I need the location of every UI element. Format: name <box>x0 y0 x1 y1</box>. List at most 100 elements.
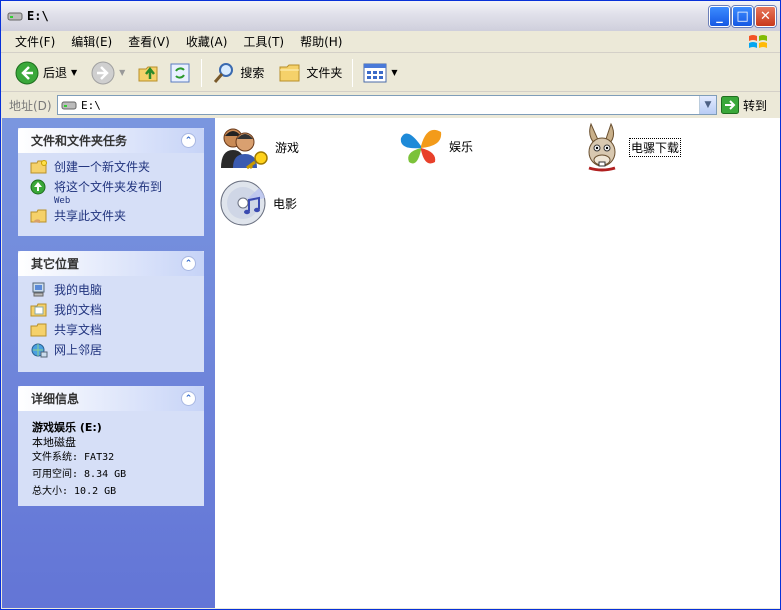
menu-tools[interactable]: 工具(T) <box>235 31 292 53</box>
task-publish-web[interactable]: 将这个文件夹发布到 Web <box>30 179 204 208</box>
back-button[interactable]: 后退 ▼ <box>11 57 81 89</box>
views-button[interactable]: ▼ <box>359 57 401 89</box>
drive-type: 本地磁盘 <box>32 436 76 449</box>
place-label: 我的电脑 <box>54 283 103 297</box>
menu-help[interactable]: 帮助(H) <box>292 31 350 53</box>
folder-view: 游戏 娱乐 电骡下载 电影 <box>215 118 780 608</box>
close-icon: ✕ <box>760 9 771 24</box>
task-label-sub: Web <box>54 196 71 206</box>
folder-item-emule-downloads[interactable]: 电骡下载 <box>581 122 682 172</box>
forward-dropdown-icon[interactable]: ▼ <box>119 68 125 77</box>
folders-button[interactable]: 文件夹 <box>274 57 346 89</box>
network-places-icon <box>31 343 48 358</box>
refresh-button[interactable] <box>165 57 195 89</box>
file-tasks-title: 文件和文件夹任务 <box>31 134 128 148</box>
address-input[interactable]: E:\ ▼ <box>57 95 717 115</box>
title-bar[interactable]: E:\ _ □ ✕ <box>1 1 780 31</box>
file-system: 文件系统: FAT32 <box>32 452 115 463</box>
back-dropdown-icon[interactable]: ▼ <box>71 68 77 77</box>
search-label: 搜索 <box>240 66 265 80</box>
task-label: 共享此文件夹 <box>54 209 127 223</box>
task-new-folder[interactable]: 创建一个新文件夹 <box>30 159 204 179</box>
address-bar: 地址(D) E:\ ▼ 转到 <box>1 93 780 117</box>
place-my-documents[interactable]: 我的文档 <box>30 302 204 322</box>
address-label: 地址(D) <box>9 98 52 113</box>
menu-edit[interactable]: 编辑(E) <box>63 31 120 53</box>
drive-icon <box>61 101 77 110</box>
window-title: E:\ <box>27 9 49 23</box>
movie-disc-icon <box>220 180 266 226</box>
task-share-folder[interactable]: 共享此文件夹 <box>30 208 204 228</box>
folder-label: 游戏 <box>275 140 300 155</box>
folder-item-movies[interactable]: 电影 <box>219 178 297 228</box>
toolbar-separator <box>352 58 354 87</box>
up-folder-button[interactable] <box>133 57 165 89</box>
shared-documents-icon <box>30 323 47 337</box>
emule-donkey-icon <box>588 122 616 172</box>
total-size: 总大小: 10.2 GB <box>32 486 117 497</box>
place-label: 网上邻居 <box>54 343 103 357</box>
place-label: 共享文档 <box>54 323 103 337</box>
other-places-header[interactable]: 其它位置 ⌃ <box>18 251 204 276</box>
folder-item-games[interactable]: 游戏 <box>219 124 299 170</box>
other-places-panel: 其它位置 ⌃ 我的电脑 我的文档 共享文档 网上邻居 <box>18 251 204 372</box>
up-folder-icon <box>138 66 158 81</box>
views-icon <box>363 63 387 82</box>
back-arrow-icon <box>15 61 39 84</box>
toolbar: 后退 ▼ ▼ 搜索 文件夹 ▼ <box>1 54 780 92</box>
drive-name: 游戏娱乐 (E:) <box>32 421 102 434</box>
place-label: 我的文档 <box>54 303 103 317</box>
search-button[interactable]: 搜索 <box>208 57 268 89</box>
collapse-icon[interactable]: ⌃ <box>181 391 196 406</box>
file-tasks-header[interactable]: 文件和文件夹任务 ⌃ <box>18 128 204 153</box>
close-button[interactable]: ✕ <box>755 6 776 27</box>
free-space: 可用空间: 8.34 GB <box>32 469 127 480</box>
drive-icon <box>7 12 23 21</box>
other-places-title: 其它位置 <box>31 257 80 271</box>
views-dropdown-icon[interactable]: ▼ <box>391 68 397 77</box>
menu-favorites[interactable]: 收藏(A) <box>178 31 236 53</box>
go-label: 转到 <box>743 98 768 113</box>
task-label: 创建一个新文件夹 <box>54 160 151 174</box>
folder-label: 娱乐 <box>449 139 474 154</box>
forward-button[interactable]: ▼ <box>87 57 129 89</box>
collapse-icon[interactable]: ⌃ <box>181 133 196 148</box>
place-network[interactable]: 网上邻居 <box>30 342 204 362</box>
minimize-button[interactable]: _ <box>709 6 730 27</box>
folder-label: 电骡下载 <box>629 137 682 157</box>
menu-file[interactable]: 文件(F) <box>7 31 63 53</box>
new-folder-icon <box>30 160 47 174</box>
msn-butterfly-icon <box>400 129 442 164</box>
my-computer-icon <box>32 282 45 297</box>
address-value: E:\ <box>81 98 101 112</box>
collapse-icon[interactable]: ⌃ <box>181 256 196 271</box>
place-my-computer[interactable]: 我的电脑 <box>30 282 204 302</box>
explorer-window: E:\ _ □ ✕ 文件(F) 编辑(E) 查看(V) 收藏(A) 工具(T) … <box>0 0 781 610</box>
task-label: 将这个文件夹发布到 Web <box>54 179 162 208</box>
address-dropdown-button[interactable]: ▼ <box>699 96 716 114</box>
task-pane: 文件和文件夹任务 ⌃ 创建一个新文件夹 将这个文件夹发布到 Web 共享此文件夹… <box>2 118 215 608</box>
share-folder-icon <box>30 209 47 223</box>
my-documents-icon <box>30 303 47 317</box>
file-tasks-panel: 文件和文件夹任务 ⌃ 创建一个新文件夹 将这个文件夹发布到 Web 共享此文件夹 <box>18 128 204 236</box>
folder-label: 电影 <box>273 196 298 211</box>
refresh-icon <box>170 63 190 82</box>
windows-logo-icon <box>742 32 774 52</box>
menu-bar: 文件(F) 编辑(E) 查看(V) 收藏(A) 工具(T) 帮助(H) <box>1 31 780 53</box>
search-icon <box>214 62 234 83</box>
details-header[interactable]: 详细信息 ⌃ <box>18 386 204 411</box>
go-button[interactable]: 转到 <box>721 95 767 115</box>
folder-item-entertainment[interactable]: 娱乐 <box>397 124 473 168</box>
publish-web-icon <box>30 179 46 195</box>
details-panel: 详细信息 ⌃ 游戏娱乐 (E:) 本地磁盘 文件系统: FAT32 可用空间: … <box>18 386 204 506</box>
menu-view[interactable]: 查看(V) <box>120 31 178 53</box>
place-shared-documents[interactable]: 共享文档 <box>30 322 204 342</box>
forward-arrow-icon <box>91 61 115 84</box>
task-label-main: 将这个文件夹发布到 <box>54 180 163 194</box>
back-label: 后退 <box>43 66 68 80</box>
details-title: 详细信息 <box>31 392 80 406</box>
maximize-icon: □ <box>736 9 749 24</box>
go-arrow-icon <box>721 96 739 114</box>
games-folder-icon <box>221 128 268 170</box>
maximize-button[interactable]: □ <box>732 6 753 27</box>
